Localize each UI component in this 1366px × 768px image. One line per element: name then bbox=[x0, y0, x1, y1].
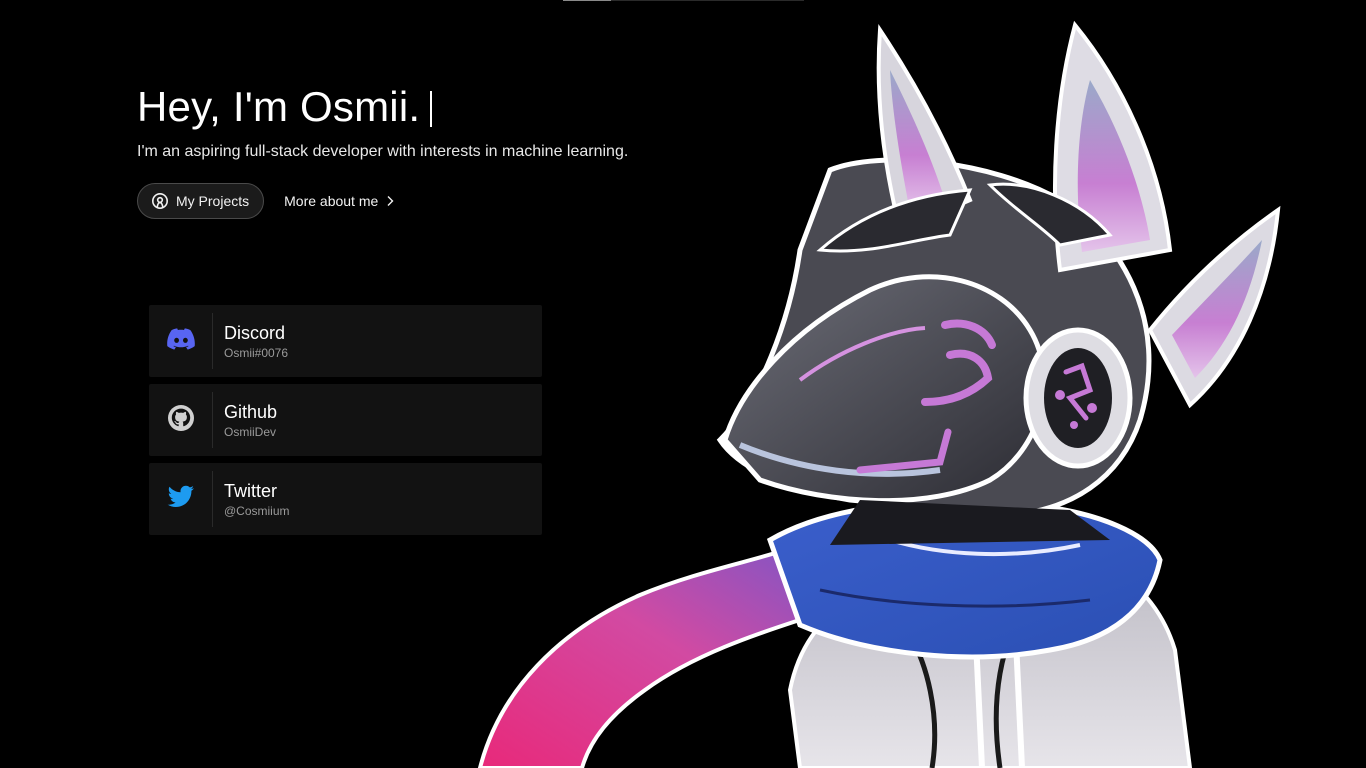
social-handle: @Cosmiium bbox=[224, 504, 290, 518]
social-text: Github OsmiiDev bbox=[213, 401, 277, 439]
character-illustration bbox=[470, 0, 1366, 768]
social-name: Twitter bbox=[224, 481, 278, 501]
chevron-right-icon bbox=[385, 195, 395, 207]
more-about-me-link[interactable]: More about me bbox=[284, 193, 395, 209]
projects-icon bbox=[151, 192, 169, 210]
social-text: Twitter @Cosmiium bbox=[213, 480, 290, 518]
social-handle: Osmii#0076 bbox=[224, 346, 289, 360]
social-icon-container bbox=[149, 313, 213, 369]
social-icon-container bbox=[149, 471, 213, 527]
social-text: Discord Osmii#0076 bbox=[213, 322, 288, 360]
more-about-me-label: More about me bbox=[284, 193, 379, 209]
social-icon-container bbox=[149, 392, 213, 448]
typing-caret bbox=[430, 91, 433, 127]
my-projects-button[interactable]: My Projects bbox=[137, 183, 265, 219]
social-handle: OsmiiDev bbox=[224, 425, 277, 439]
my-projects-label: My Projects bbox=[176, 193, 250, 209]
social-name: Github bbox=[224, 402, 278, 422]
page: Hey, I'm Osmii. I'm an aspiring full-sta… bbox=[0, 0, 1366, 768]
discord-icon bbox=[166, 327, 195, 355]
social-name: Discord bbox=[224, 323, 286, 343]
github-icon bbox=[167, 404, 195, 437]
hero-title: Hey, I'm Osmii. bbox=[137, 83, 421, 130]
twitter-icon bbox=[167, 485, 195, 514]
